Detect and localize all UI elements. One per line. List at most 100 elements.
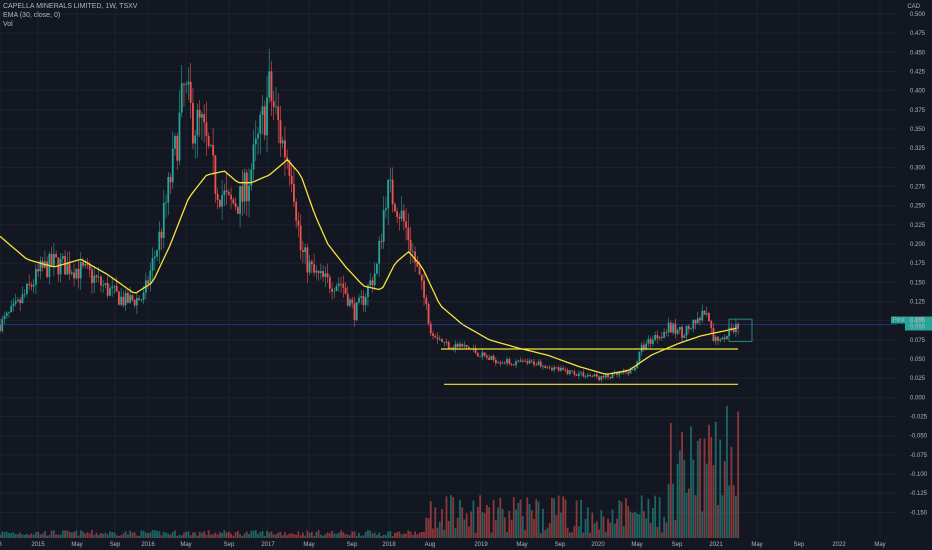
volume-bar xyxy=(259,532,262,538)
volume-bar xyxy=(521,516,524,538)
candle-body xyxy=(634,367,636,371)
volume-bar xyxy=(427,518,430,538)
candle-body xyxy=(362,296,365,305)
volume-bar xyxy=(203,531,206,538)
candle-body xyxy=(243,172,246,202)
candle-body xyxy=(102,284,105,286)
volume-bar xyxy=(275,534,277,538)
volume-bar xyxy=(214,532,217,538)
candle-body xyxy=(414,251,416,263)
volume-bar xyxy=(187,531,190,538)
symbol-title[interactable]: CAPELLA MINERALS LIMITED, 1W, TSXV xyxy=(3,2,137,11)
volume-bar xyxy=(223,530,226,538)
volume-bar xyxy=(48,535,51,538)
candle-body xyxy=(227,192,230,195)
candle-body xyxy=(497,362,499,364)
volume-bar xyxy=(19,532,22,538)
volume-bar xyxy=(660,532,663,538)
candle-body xyxy=(272,101,275,107)
volume-bar xyxy=(353,531,356,538)
volume-bar xyxy=(91,530,93,538)
volume-bar xyxy=(490,532,493,538)
candle-body xyxy=(436,337,439,340)
candle-body xyxy=(252,144,255,170)
candle-body xyxy=(726,336,728,340)
volume-bar xyxy=(696,440,699,538)
volume-bar xyxy=(391,535,394,538)
time-tick-label: 2019 xyxy=(474,542,488,548)
candle-body xyxy=(586,374,589,377)
volume-bar xyxy=(609,522,612,538)
candle-body xyxy=(124,292,127,306)
volume-bar xyxy=(355,535,358,538)
volume-bar xyxy=(185,531,188,538)
time-tick-label: 2018 xyxy=(382,542,396,548)
volume-bar xyxy=(674,520,677,538)
candle-body xyxy=(46,261,49,277)
volume-bar xyxy=(23,534,26,538)
price-tick-label: 0.400 xyxy=(910,89,926,95)
volume-bar xyxy=(297,531,300,538)
candle-body xyxy=(23,293,26,295)
candle-body xyxy=(510,363,513,365)
price-tick-label: 0.225 xyxy=(910,223,926,229)
volume-bar xyxy=(317,530,320,538)
price-tick-label: 0.425 xyxy=(910,70,926,76)
volume-bar xyxy=(499,497,502,538)
volume-bar xyxy=(378,532,381,538)
candle-body xyxy=(328,277,331,289)
volume-bar xyxy=(270,531,273,538)
candle-body xyxy=(93,275,96,284)
volume-bar xyxy=(705,463,708,538)
candle-body xyxy=(21,294,24,304)
volume-bar xyxy=(286,535,289,538)
price-chart[interactable]: First 0.0950.095 0.5000.4750.4500.4250.40… xyxy=(0,0,932,550)
volume-bar xyxy=(568,532,571,538)
candle-body xyxy=(551,368,553,371)
price-tick-label: 0.025 xyxy=(910,376,926,382)
candle-body xyxy=(553,367,556,371)
candle-body xyxy=(214,155,217,194)
volume-bar xyxy=(218,532,221,538)
volume-bar xyxy=(34,532,37,538)
volume-bar xyxy=(106,534,109,538)
candle-body xyxy=(315,270,318,273)
candle-body xyxy=(304,247,307,253)
volume-bar xyxy=(30,533,33,538)
candle-body xyxy=(306,247,309,273)
candle-body xyxy=(389,179,392,181)
volume-bar xyxy=(479,495,482,538)
volume-bar xyxy=(371,533,374,538)
candle-body xyxy=(420,274,423,281)
volume-bar xyxy=(389,530,392,538)
volume-bar xyxy=(308,532,311,538)
candle-body xyxy=(699,318,701,321)
volume-bar xyxy=(239,534,241,538)
volume-bar xyxy=(411,534,414,538)
candle-body xyxy=(254,138,257,145)
volume-bar xyxy=(115,535,118,538)
volume-bar xyxy=(52,530,55,538)
volume-indicator-label[interactable]: Vol xyxy=(3,20,137,29)
candle-body xyxy=(423,280,425,298)
candle-body xyxy=(351,299,354,304)
ema-indicator-label[interactable]: EMA (30, close, 0) xyxy=(3,11,137,20)
volume-bar xyxy=(555,514,558,538)
volume-bar xyxy=(142,530,145,538)
volume-bar xyxy=(643,511,645,538)
volume-bar xyxy=(690,426,692,538)
candle-body xyxy=(654,334,657,340)
volume-bar xyxy=(68,531,71,538)
time-tick-label: 2020 xyxy=(591,542,605,548)
candle-body xyxy=(64,255,66,275)
candle-body xyxy=(337,283,340,287)
candle-body xyxy=(297,220,300,226)
volume-bar xyxy=(174,530,176,538)
volume-bar xyxy=(580,499,583,538)
volume-bar xyxy=(640,495,643,538)
time-tick-label: May xyxy=(516,542,527,548)
candle-body xyxy=(445,341,448,343)
candle-body xyxy=(153,256,156,259)
candle-body xyxy=(382,210,385,242)
candle-body xyxy=(501,362,504,364)
